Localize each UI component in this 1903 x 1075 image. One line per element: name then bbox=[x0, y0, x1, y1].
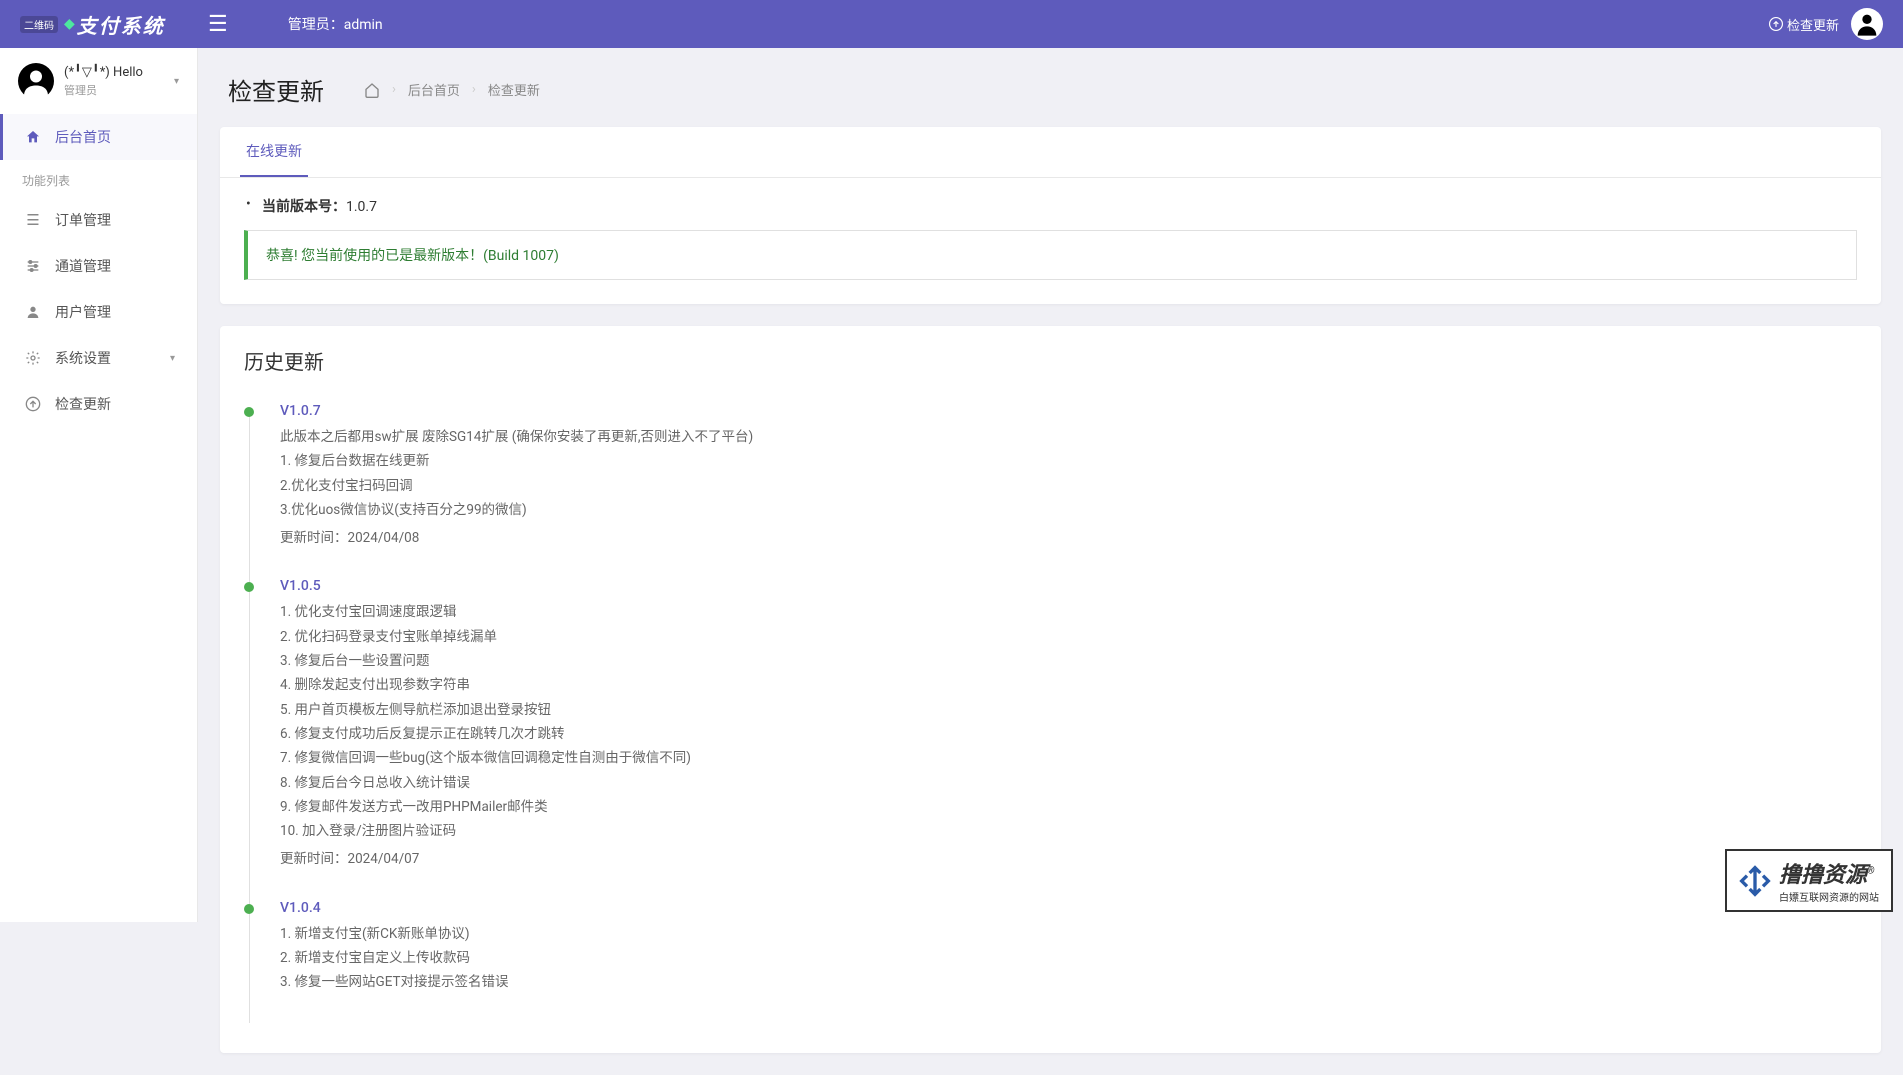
timeline-line: 8. 修复后台今日总收入统计错误 bbox=[280, 771, 1851, 795]
chevron-right-icon: › bbox=[472, 82, 476, 97]
user-icon bbox=[25, 304, 41, 320]
timeline-version: V1.0.7 bbox=[280, 403, 1851, 419]
card-body: 当前版本号：1.0.7 恭喜! 您当前使用的已是最新版本！(Build 1007… bbox=[220, 178, 1881, 304]
sliders-icon bbox=[25, 258, 41, 274]
sidebar-item-home[interactable]: 后台首页 bbox=[0, 114, 197, 160]
timeline-dot-icon bbox=[244, 582, 254, 592]
upload-icon bbox=[1769, 17, 1783, 31]
timeline-line: 1. 新增支付宝(新CK新账单协议) bbox=[280, 922, 1851, 946]
tabs: 在线更新 bbox=[220, 127, 1881, 178]
sidebar-home-label: 后台首页 bbox=[55, 127, 175, 147]
logo-badge: 二维码 bbox=[20, 16, 58, 33]
timeline-dot-icon bbox=[244, 904, 254, 914]
sidebar: (*╹▽╹*) Hello 管理员 ▾ 后台首页 功能列表 ☰ 订单管理 通道管… bbox=[0, 48, 198, 922]
sidebar-item-settings[interactable]: 系统设置 ▾ bbox=[0, 335, 197, 381]
list-icon: ☰ bbox=[25, 211, 41, 229]
timeline: V1.0.7 此版本之后都用sw扩展 废除SG14扩展 (确保你安装了再更新,否则… bbox=[220, 383, 1881, 1053]
breadcrumb: › 后台首页 › 检查更新 bbox=[364, 80, 540, 99]
timeline-line: 2. 优化扫码登录支付宝账单掉线漏单 bbox=[280, 625, 1851, 649]
timeline-line: 此版本之后都用sw扩展 废除SG14扩展 (确保你安装了再更新,否则进入不了平台… bbox=[280, 425, 1851, 449]
user-info: (*╹▽╹*) Hello 管理员 bbox=[64, 65, 164, 98]
chevron-right-icon: › bbox=[392, 82, 396, 97]
chevron-down-icon: ▾ bbox=[174, 76, 179, 87]
check-update-label: 检查更新 bbox=[1787, 15, 1839, 34]
timeline-content: 1. 优化支付宝回调速度跟逻辑2. 优化扫码登录支付宝账单掉线漏单3. 修复后台… bbox=[280, 600, 1851, 871]
sidebar-item-label: 系统设置 bbox=[55, 348, 156, 368]
logo-text: 支付系统 bbox=[77, 10, 165, 39]
home-icon bbox=[25, 129, 41, 145]
watermark-icon bbox=[1739, 865, 1771, 897]
timeline-content: 此版本之后都用sw扩展 废除SG14扩展 (确保你安装了再更新,否则进入不了平台… bbox=[280, 425, 1851, 550]
page-header: 检查更新 › 后台首页 › 检查更新 bbox=[198, 48, 1903, 127]
history-title: 历史更新 bbox=[220, 326, 1881, 383]
version-value: 1.0.7 bbox=[346, 199, 377, 215]
timeline-time: 更新时间：2024/04/08 bbox=[280, 526, 1851, 550]
gear-icon bbox=[25, 350, 41, 366]
timeline-version: V1.0.4 bbox=[280, 900, 1851, 916]
update-card: 在线更新 当前版本号：1.0.7 恭喜! 您当前使用的已是最新版本！(Build… bbox=[220, 127, 1881, 304]
logo-diamond-icon: ◆ bbox=[64, 16, 75, 32]
user-box[interactable]: (*╹▽╹*) Hello 管理员 ▾ bbox=[0, 48, 197, 114]
logo-area: 二维码 ◆ 支付系统 bbox=[0, 0, 198, 48]
page-title: 检查更新 bbox=[228, 72, 324, 107]
sidebar-item-label: 检查更新 bbox=[55, 394, 175, 414]
timeline-line: 10. 加入登录/注册图片验证码 bbox=[280, 819, 1851, 843]
user-role: 管理员 bbox=[64, 82, 164, 98]
tab-online-update[interactable]: 在线更新 bbox=[240, 127, 308, 177]
timeline-line: 6. 修复支付成功后反复提示正在跳转几次才跳转 bbox=[280, 722, 1851, 746]
version-line: 当前版本号：1.0.7 bbox=[244, 196, 1857, 216]
version-label: 当前版本号： bbox=[262, 199, 346, 215]
menu-toggle-icon[interactable]: ☰ bbox=[198, 12, 238, 37]
timeline-line: 5. 用户首页模板左侧导航栏添加退出登录按钮 bbox=[280, 698, 1851, 722]
main-content: 检查更新 › 后台首页 › 检查更新 在线更新 当前版本号：1.0.7 恭喜! … bbox=[198, 48, 1903, 1053]
timeline-line: 3. 修复后台一些设置问题 bbox=[280, 649, 1851, 673]
history-card: 历史更新 V1.0.7 此版本之后都用sw扩展 废除SG14扩展 (确保你安装了再… bbox=[220, 326, 1881, 1053]
timeline-line: 3.优化uos微信协议(支持百分之99的微信) bbox=[280, 498, 1851, 522]
timeline-item: V1.0.7 此版本之后都用sw扩展 废除SG14扩展 (确保你安装了再更新,否则… bbox=[260, 403, 1851, 550]
timeline-line: 2.优化支付宝扫码回调 bbox=[280, 474, 1851, 498]
breadcrumb-home[interactable]: 后台首页 bbox=[408, 80, 460, 99]
timeline-line: 4. 删除发起支付出现参数字符串 bbox=[280, 673, 1851, 697]
timeline-line: 7. 修复微信回调一些bug(这个版本微信回调稳定性自测由于微信不同) bbox=[280, 746, 1851, 770]
breadcrumb-current: 检查更新 bbox=[488, 80, 540, 99]
user-avatar-small bbox=[18, 63, 54, 99]
sidebar-item-users[interactable]: 用户管理 bbox=[0, 289, 197, 335]
sidebar-item-update[interactable]: 检查更新 bbox=[0, 381, 197, 427]
sidebar-item-label: 用户管理 bbox=[55, 302, 175, 322]
timeline-line: 3. 修复一些网站GET对接提示签名错误 bbox=[280, 970, 1851, 994]
watermark: 撸撸资源® 白嫖互联网资源的网站 bbox=[1725, 849, 1893, 912]
sidebar-item-label: 订单管理 bbox=[55, 210, 175, 230]
header-right: 检查更新 bbox=[1769, 8, 1903, 40]
sidebar-item-label: 通道管理 bbox=[55, 256, 175, 276]
timeline-dot-icon bbox=[244, 407, 254, 417]
timeline-content: 1. 新增支付宝(新CK新账单协议)2. 新增支付宝自定义上传收款码3. 修复一… bbox=[280, 922, 1851, 995]
sidebar-item-orders[interactable]: ☰ 订单管理 bbox=[0, 197, 197, 243]
timeline-version: V1.0.5 bbox=[280, 578, 1851, 594]
timeline-line: 9. 修复邮件发送方式一改用PHPMailer邮件类 bbox=[280, 795, 1851, 819]
timeline-line: 2. 新增支付宝自定义上传收款码 bbox=[280, 946, 1851, 970]
timeline-item: V1.0.5 1. 优化支付宝回调速度跟逻辑2. 优化扫码登录支付宝账单掉线漏单3… bbox=[260, 578, 1851, 871]
timeline-line: 1. 修复后台数据在线更新 bbox=[280, 449, 1851, 473]
timeline-line: 1. 优化支付宝回调速度跟逻辑 bbox=[280, 600, 1851, 624]
alert-success: 恭喜! 您当前使用的已是最新版本！(Build 1007) bbox=[244, 230, 1857, 280]
sidebar-section-label: 功能列表 bbox=[0, 160, 197, 197]
sidebar-item-channel[interactable]: 通道管理 bbox=[0, 243, 197, 289]
timeline-item: V1.0.4 1. 新增支付宝(新CK新账单协议)2. 新增支付宝自定义上传收款码… bbox=[260, 900, 1851, 995]
upload-circle-icon bbox=[25, 396, 41, 412]
admin-label: 管理员：admin bbox=[238, 14, 383, 34]
timeline-time: 更新时间：2024/04/07 bbox=[280, 847, 1851, 871]
check-update-link[interactable]: 检查更新 bbox=[1769, 15, 1839, 34]
watermark-text: 撸撸资源® 白嫖互联网资源的网站 bbox=[1779, 857, 1879, 904]
user-hello: (*╹▽╹*) Hello bbox=[64, 65, 164, 80]
user-avatar[interactable] bbox=[1851, 8, 1883, 40]
top-header: 二维码 ◆ 支付系统 ☰ 管理员：admin 检查更新 bbox=[0, 0, 1903, 48]
chevron-down-icon: ▾ bbox=[170, 353, 175, 364]
home-icon[interactable] bbox=[364, 82, 380, 98]
